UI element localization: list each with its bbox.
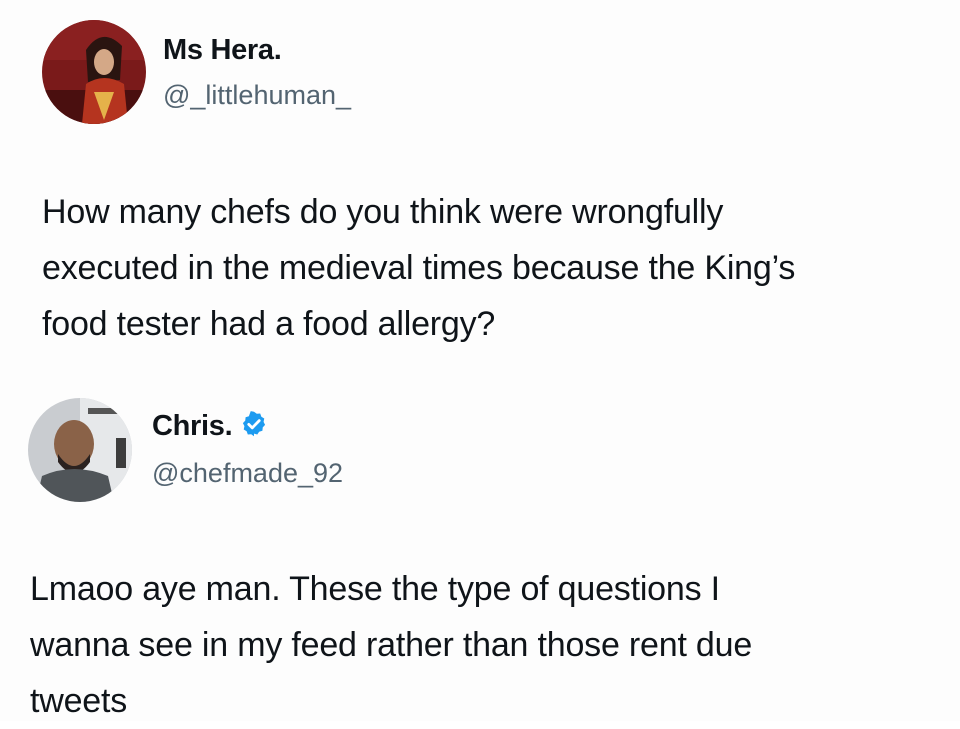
profile-photo-icon xyxy=(42,20,146,124)
avatar[interactable] xyxy=(42,20,146,124)
avatar[interactable] xyxy=(28,398,132,502)
verified-badge-icon xyxy=(243,411,266,437)
profile-photo-icon xyxy=(28,398,132,502)
tweet-text-line: Lmaoo aye man. These the type of questio… xyxy=(30,570,720,608)
screenshot-page: Ms Hera. @_littlehuman_ How many chefs d… xyxy=(0,0,960,721)
user-handle[interactable]: @chefmade_92 xyxy=(152,458,343,489)
tweet-text-line: How many chefs do you think were wrongfu… xyxy=(42,193,724,231)
display-name[interactable]: Chris. xyxy=(152,410,268,443)
tweet-text-line: executed in the medieval times because t… xyxy=(42,249,796,287)
tweet-text-line: wanna see in my feed rather than those r… xyxy=(30,626,753,664)
tweet-text: Lmaoo aye man. These the type of questio… xyxy=(30,561,930,729)
tweet-text: How many chefs do you think were wrongfu… xyxy=(42,184,942,352)
display-name-text[interactable]: Chris. xyxy=(152,410,233,442)
tweet-text-line: food tester had a food allergy? xyxy=(42,305,496,343)
user-handle[interactable]: @_littlehuman_ xyxy=(163,80,351,111)
display-name[interactable]: Ms Hera. xyxy=(163,34,282,67)
